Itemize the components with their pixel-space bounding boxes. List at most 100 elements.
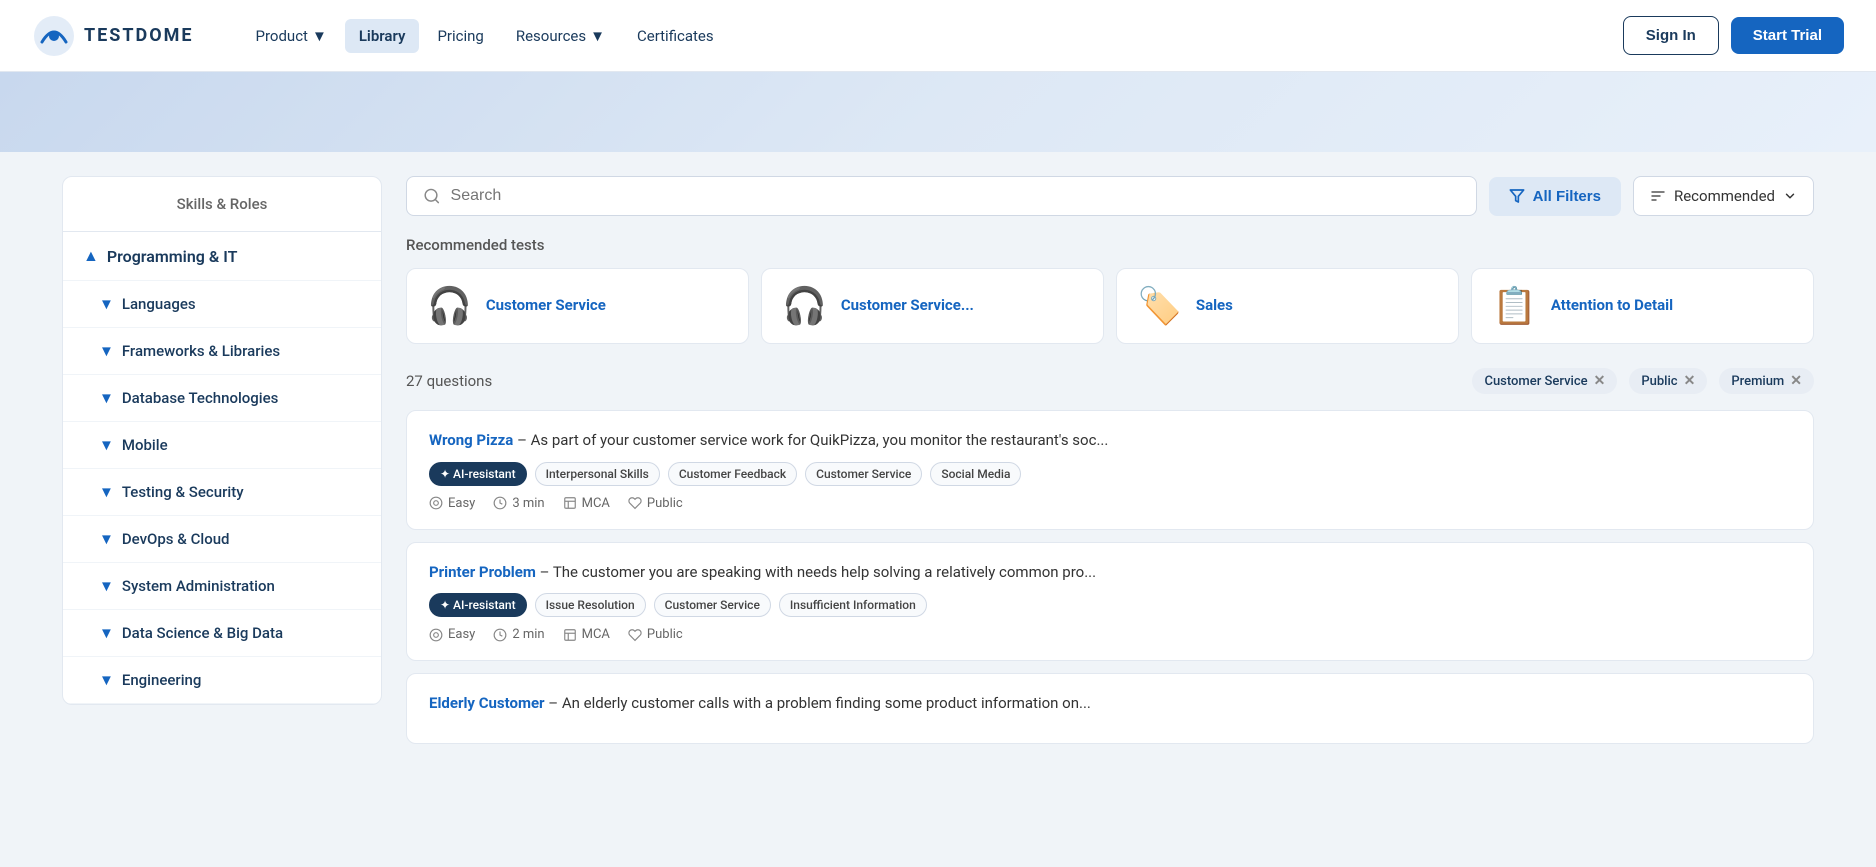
nav-product[interactable]: Product ▼ [242, 19, 341, 53]
rec-card-cs1-label: Customer Service [486, 296, 606, 316]
sidebar-item-engineering[interactable]: ▼ Engineering [63, 657, 381, 704]
time-icon-2 [493, 628, 507, 642]
product-arrow-icon: ▼ [312, 27, 327, 45]
sidebar-item-programming[interactable]: ▲ Programming & IT [63, 232, 381, 281]
rec-card-sales-icon: 🏷️ [1137, 285, 1182, 327]
sidebar-item-mobile[interactable]: ▼ Mobile [63, 422, 381, 469]
tag-customer-service: Customer Service [805, 462, 922, 486]
chevron-down-icon: ▼ [99, 530, 114, 548]
question-printer-meta: Easy 2 min MCA Public [429, 627, 1791, 642]
visibility-icon-2 [628, 628, 642, 642]
navbar: TESTDOME Product ▼ Library Pricing Resou… [0, 0, 1876, 72]
question-printer-title: Printer Problem – The customer you are s… [429, 561, 1791, 584]
search-icon [423, 187, 441, 205]
sidebar-item-database[interactable]: ▼ Database Technologies [63, 375, 381, 422]
meta-difficulty-2: Easy [429, 627, 475, 642]
nav-pricing[interactable]: Pricing [423, 19, 497, 53]
rec-card-sales[interactable]: 🏷️ Sales [1116, 268, 1459, 344]
tag-social-media: Social Media [930, 462, 1021, 486]
logo-text: TESTDOME [84, 25, 194, 46]
tag-ai-resistant-2: ✦ AI-resistant [429, 593, 527, 617]
meta-visibility-2: Public [628, 627, 683, 642]
question-card-printer: Printer Problem – The customer you are s… [406, 542, 1814, 662]
sidebar-item-testing[interactable]: ▼ Testing & Security [63, 469, 381, 516]
filters-row: 27 questions Customer Service ✕ Public ✕… [406, 368, 1814, 394]
sidebar-item-sysadmin[interactable]: ▼ System Administration [63, 563, 381, 610]
sidebar-item-frameworks[interactable]: ▼ Frameworks & Libraries [63, 328, 381, 375]
question-card-wrong-pizza: Wrong Pizza – As part of your customer s… [406, 410, 1814, 530]
meta-time: 3 min [493, 496, 544, 511]
chevron-down-icon: ▼ [99, 624, 114, 642]
filter-tag-cs-remove[interactable]: ✕ [1594, 373, 1606, 389]
questions-count: 27 questions [406, 372, 492, 390]
nav-certificates[interactable]: Certificates [623, 19, 728, 53]
filter-tag-cs: Customer Service ✕ [1472, 368, 1617, 394]
filter-icon [1509, 188, 1525, 204]
tag-customer-feedback: Customer Feedback [668, 462, 797, 486]
filter-button[interactable]: All Filters [1489, 177, 1621, 216]
signin-button[interactable]: Sign In [1623, 16, 1719, 55]
rec-card-cs2-label: Customer Service... [841, 296, 974, 316]
meta-time-2: 2 min [493, 627, 544, 642]
logo[interactable]: TESTDOME [32, 14, 194, 58]
rec-card-cs1[interactable]: 🎧 Customer Service [406, 268, 749, 344]
meta-difficulty: Easy [429, 496, 475, 511]
difficulty-icon-2 [429, 628, 443, 642]
sort-icon [1650, 188, 1666, 204]
filter-tag-premium-remove[interactable]: ✕ [1790, 373, 1802, 389]
chevron-down-icon: ▼ [99, 483, 114, 501]
chevron-down-icon: ▼ [99, 671, 114, 689]
rec-card-sales-label: Sales [1196, 296, 1233, 316]
tag-ai-resistant: ✦ AI-resistant [429, 462, 527, 486]
rec-card-cs1-icon: 🎧 [427, 285, 472, 327]
nav-links: Product ▼ Library Pricing Resources ▼ Ce… [242, 19, 1623, 53]
filter-tag-public-remove[interactable]: ✕ [1684, 373, 1696, 389]
nav-resources[interactable]: Resources ▼ [502, 19, 619, 53]
main-layout: Skills & Roles ▲ Programming & IT ▼ Lang… [38, 152, 1838, 780]
tag-insufficient-info: Insufficient Information [779, 593, 927, 617]
chevron-up-icon: ▲ [83, 246, 99, 266]
chevron-down-icon: ▼ [99, 436, 114, 454]
start-trial-button[interactable]: Start Trial [1731, 17, 1844, 54]
question-wrong-pizza-link[interactable]: Wrong Pizza [429, 431, 513, 449]
content: All Filters Recommended Recommended test… [406, 176, 1814, 756]
rec-card-atd[interactable]: 📋 Attention to Detail [1471, 268, 1814, 344]
rec-card-atd-icon: 📋 [1492, 285, 1537, 327]
sidebar-item-languages[interactable]: ▼ Languages [63, 281, 381, 328]
sidebar-item-devops[interactable]: ▼ DevOps & Cloud [63, 516, 381, 563]
sort-dropdown[interactable]: Recommended [1633, 176, 1814, 216]
logo-icon [32, 14, 76, 58]
hero-banner [0, 72, 1876, 152]
nav-actions: Sign In Start Trial [1623, 16, 1844, 55]
chevron-down-icon: ▼ [99, 342, 114, 360]
sidebar: Skills & Roles ▲ Programming & IT ▼ Lang… [62, 176, 382, 705]
question-wrong-pizza-meta: Easy 3 min MCA Public [429, 496, 1791, 511]
question-printer-tags: ✦ AI-resistant Issue Resolution Customer… [429, 593, 1791, 617]
question-wrong-pizza-title: Wrong Pizza – As part of your customer s… [429, 429, 1791, 452]
resources-arrow-icon: ▼ [590, 27, 605, 45]
visibility-icon [628, 496, 642, 510]
meta-format: MCA [563, 496, 610, 511]
nav-library[interactable]: Library [345, 19, 420, 53]
rec-card-cs2[interactable]: 🎧 Customer Service... [761, 268, 1104, 344]
filter-tag-premium: Premium ✕ [1719, 368, 1814, 394]
search-input-wrapper[interactable] [406, 176, 1477, 216]
meta-visibility: Public [628, 496, 683, 511]
chevron-down-icon: ▼ [99, 389, 114, 407]
tag-issue-resolution: Issue Resolution [535, 593, 646, 617]
question-card-elderly: Elderly Customer – An elderly customer c… [406, 673, 1814, 744]
question-wrong-pizza-tags: ✦ AI-resistant Interpersonal Skills Cust… [429, 462, 1791, 486]
format-icon [563, 496, 577, 510]
sidebar-item-datascience[interactable]: ▼ Data Science & Big Data [63, 610, 381, 657]
question-elderly-title: Elderly Customer – An elderly customer c… [429, 692, 1791, 715]
filter-tag-public: Public ✕ [1629, 368, 1707, 394]
question-printer-link[interactable]: Printer Problem [429, 563, 536, 581]
sidebar-title: Skills & Roles [63, 177, 381, 232]
recommended-section-label: Recommended tests [406, 236, 1814, 254]
chevron-down-icon: ▼ [99, 295, 114, 313]
sort-chevron-icon [1783, 189, 1797, 203]
time-icon [493, 496, 507, 510]
question-elderly-link[interactable]: Elderly Customer [429, 694, 545, 712]
rec-card-cs2-icon: 🎧 [782, 285, 827, 327]
search-input[interactable] [451, 187, 1460, 205]
